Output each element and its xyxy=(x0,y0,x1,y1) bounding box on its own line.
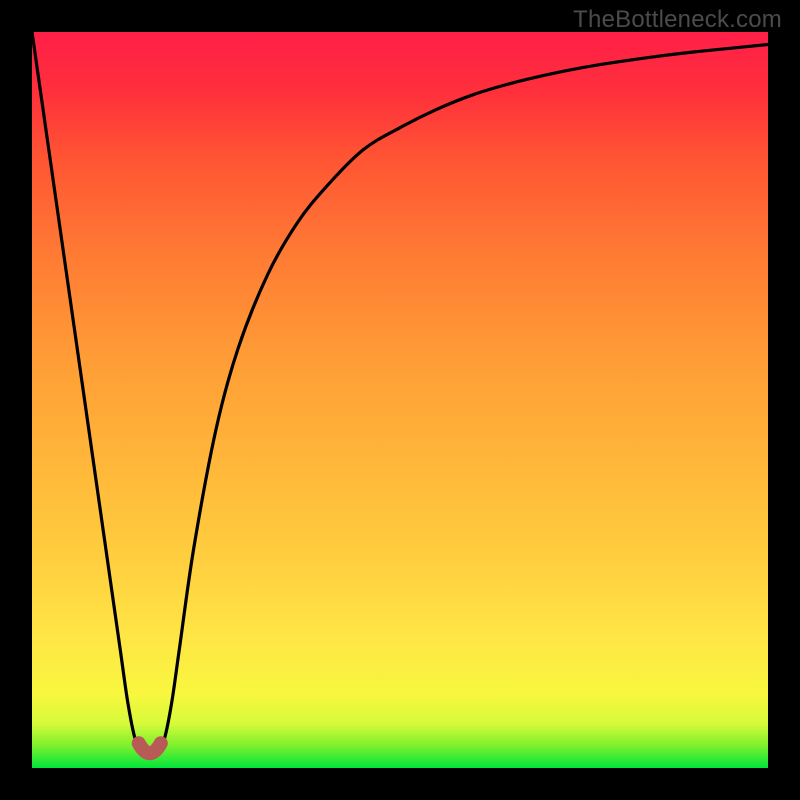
chart-svg xyxy=(32,32,768,768)
plot-area xyxy=(32,32,768,768)
min-marker xyxy=(139,743,161,753)
watermark-text: TheBottleneck.com xyxy=(573,6,782,34)
bottleneck-curve xyxy=(32,32,768,754)
chart-frame: TheBottleneck.com xyxy=(0,0,800,800)
